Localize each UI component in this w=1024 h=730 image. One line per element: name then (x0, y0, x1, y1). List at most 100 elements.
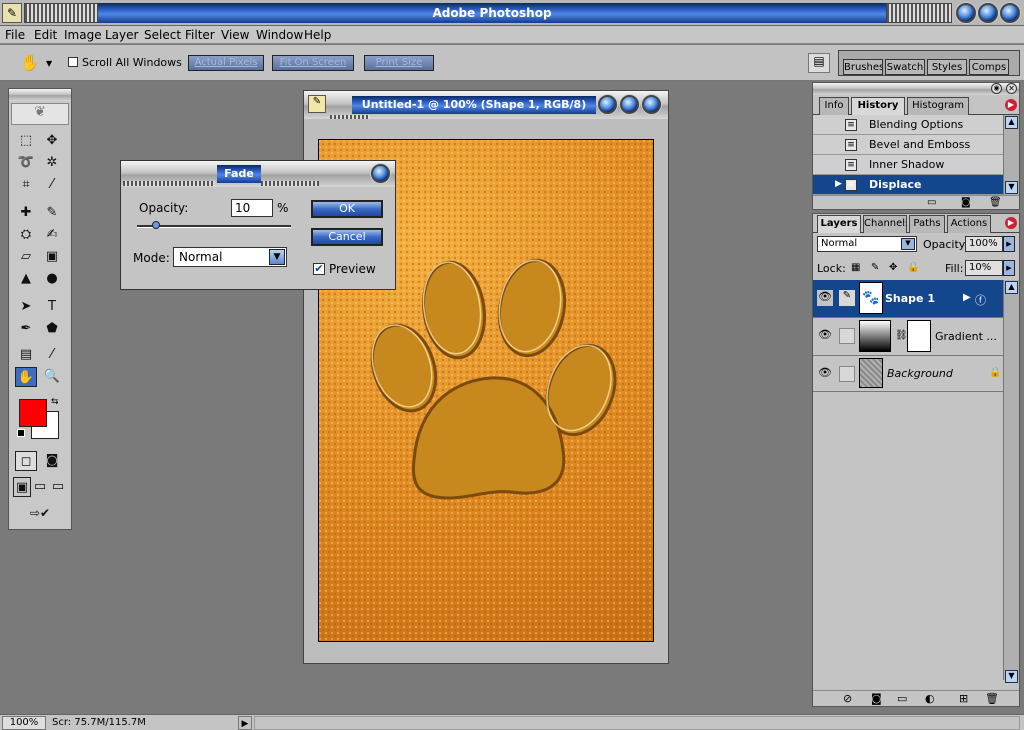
mode-dropdown-chevron-icon[interactable]: ▼ (269, 249, 285, 265)
document-maximize-button[interactable] (620, 95, 639, 114)
list-item[interactable]: ≡ Bevel and Emboss (813, 135, 1003, 155)
layer-style-icon[interactable]: ◙ (871, 692, 882, 705)
history-collapse-icon[interactable]: ◉ (991, 83, 1002, 94)
layer-opacity-input[interactable]: 100% (965, 236, 1003, 252)
eraser-tool-icon[interactable]: ▱ (15, 247, 37, 267)
gradient-tool-icon[interactable]: ▣ (41, 247, 63, 267)
opacity-arrow-icon[interactable]: ▶ (1003, 236, 1015, 252)
foreground-color-swatch[interactable] (19, 399, 47, 427)
trash-icon[interactable]: 🗑 (989, 197, 1002, 208)
zoom-level[interactable]: 100% (2, 716, 46, 730)
cancel-button[interactable]: Cancel (311, 228, 383, 246)
path-select-icon[interactable]: ➤ (15, 297, 37, 317)
delete-layer-icon[interactable]: 🗑 (985, 692, 999, 705)
default-colors-icon[interactable] (17, 429, 25, 437)
app-icon[interactable]: ✎ (2, 3, 22, 23)
blur-tool-icon[interactable]: ▲ (15, 269, 37, 289)
mode-select[interactable]: Normal ▼ (173, 247, 287, 267)
tab-histogram[interactable]: Histogram (907, 97, 969, 115)
list-item[interactable]: ≡ Blending Options (813, 115, 1003, 135)
history-menu-arrow-icon[interactable]: ▶ (1005, 99, 1017, 111)
menu-image[interactable]: Image (64, 28, 102, 42)
close-button[interactable] (1000, 3, 1020, 23)
tab-layers[interactable]: Layers (817, 215, 861, 233)
magic-wand-icon[interactable]: ✲ (41, 153, 63, 173)
layer-name[interactable]: Shape 1 (885, 292, 935, 305)
tab-paths[interactable]: Paths (909, 215, 945, 233)
scroll-down-icon[interactable]: ▼ (1005, 181, 1018, 194)
fill-arrow-icon[interactable]: ▶ (1003, 260, 1015, 276)
list-item[interactable]: ≡ Inner Shadow (813, 155, 1003, 175)
layers-scroll-down-icon[interactable]: ▼ (1005, 670, 1018, 683)
new-document-icon[interactable]: ▭ (927, 197, 936, 208)
slice-tool-icon[interactable]: ⁄ (41, 175, 63, 195)
lock-position-icon[interactable]: ✥ (889, 262, 897, 273)
layer-name[interactable]: Background (887, 367, 953, 380)
fit-on-screen-button[interactable]: Fit On Screen (272, 55, 354, 71)
lock-image-icon[interactable]: ✎ (871, 262, 879, 273)
well-tab-brushes[interactable]: Brushes (843, 59, 883, 75)
opacity-slider-thumb[interactable] (152, 221, 160, 229)
well-tab-swatch[interactable]: Swatch (885, 59, 925, 75)
new-layer-icon[interactable]: ⊞ (959, 692, 968, 705)
preview-checkbox[interactable]: ✔ (313, 263, 325, 275)
quick-mask-icon[interactable]: ◙ (41, 451, 63, 471)
add-mask-icon[interactable]: ▭ (897, 692, 907, 705)
blend-mode-select[interactable]: Normal ▼ (817, 236, 917, 252)
layer-mask-thumbnail[interactable] (907, 320, 931, 352)
eye-icon[interactable]: 👁 (817, 290, 833, 306)
ok-button[interactable]: OK (311, 200, 383, 218)
opacity-slider[interactable] (137, 221, 291, 229)
hand-tool-preset-icon[interactable]: ✋ (20, 53, 42, 73)
eyedropper-icon[interactable]: ⁄ (41, 345, 63, 365)
history-state-marker-icon[interactable]: ▶ (835, 179, 842, 189)
screen-mode-full-menu-icon[interactable]: ▭ (31, 477, 49, 497)
scroll-up-icon[interactable]: ▲ (1005, 281, 1018, 294)
menu-file[interactable]: File (5, 28, 25, 42)
chevron-down-icon[interactable]: ▼ (46, 59, 52, 68)
brush-link-icon[interactable]: ✎ (839, 290, 855, 306)
new-snapshot-icon[interactable]: ◙ (961, 197, 971, 208)
shape-tool-icon[interactable]: ⬟ (41, 319, 63, 339)
scroll-up-icon[interactable]: ▲ (1005, 116, 1018, 129)
blend-mode-chevron-icon[interactable]: ▼ (901, 238, 915, 250)
status-menu-arrow-icon[interactable]: ▶ (238, 716, 252, 730)
effects-icon[interactable]: ⓕ (975, 292, 986, 308)
menu-view[interactable]: View (221, 28, 249, 42)
layers-menu-arrow-icon[interactable]: ▶ (1005, 217, 1017, 229)
history-brush-icon[interactable]: ✍ (41, 225, 63, 245)
scroll-all-checkbox[interactable] (68, 57, 78, 67)
crop-tool-icon[interactable]: ⌗ (15, 175, 37, 195)
lock-all-icon[interactable]: 🔒 (907, 262, 919, 273)
pen-tool-icon[interactable]: ✒ (15, 319, 37, 339)
hand-tool-icon[interactable]: ✋ (15, 367, 37, 387)
tab-history[interactable]: History (851, 97, 905, 115)
well-tab-comps[interactable]: Comps (969, 59, 1009, 75)
dodge-tool-icon[interactable]: ● (41, 269, 63, 289)
type-tool-icon[interactable]: T (41, 297, 63, 317)
menu-window[interactable]: Window (256, 28, 303, 42)
table-row[interactable]: 👁 ✎ 🐾 Shape 1 ▶ ⓕ (813, 280, 1005, 318)
link-slot-icon[interactable] (839, 366, 855, 382)
tab-actions[interactable]: Actions (947, 215, 991, 233)
well-tab-styles[interactable]: Styles (927, 59, 967, 75)
menu-select[interactable]: Select (144, 28, 181, 42)
link-layers-icon[interactable]: ⊘ (843, 692, 852, 705)
document-icon[interactable]: ✎ (308, 95, 326, 113)
actual-pixels-button[interactable]: Actual Pixels (188, 55, 264, 71)
layers-scrollbar[interactable]: ▲ (1003, 280, 1019, 680)
eye-icon[interactable]: 👁 (817, 366, 833, 382)
opacity-input[interactable]: 10 (231, 199, 273, 217)
minimize-button[interactable] (956, 3, 976, 23)
document-close-button[interactable] (642, 95, 661, 114)
menu-layer[interactable]: Layer (105, 28, 138, 42)
maximize-button[interactable] (978, 3, 998, 23)
marquee-tool-icon[interactable]: ⬚ (15, 131, 37, 151)
list-item-selected[interactable]: ▶ ≡ Displace (813, 175, 1003, 195)
history-scrollbar[interactable]: ▲ ▼ (1003, 115, 1019, 195)
print-size-button[interactable]: Print Size (364, 55, 434, 71)
adjustment-layer-icon[interactable]: ◐ (925, 692, 935, 705)
table-row[interactable]: 👁 ⛓ Gradient ... (813, 318, 1005, 356)
move-tool-icon[interactable]: ✥ (41, 131, 63, 151)
effects-expand-icon[interactable]: ▶ (963, 292, 971, 303)
